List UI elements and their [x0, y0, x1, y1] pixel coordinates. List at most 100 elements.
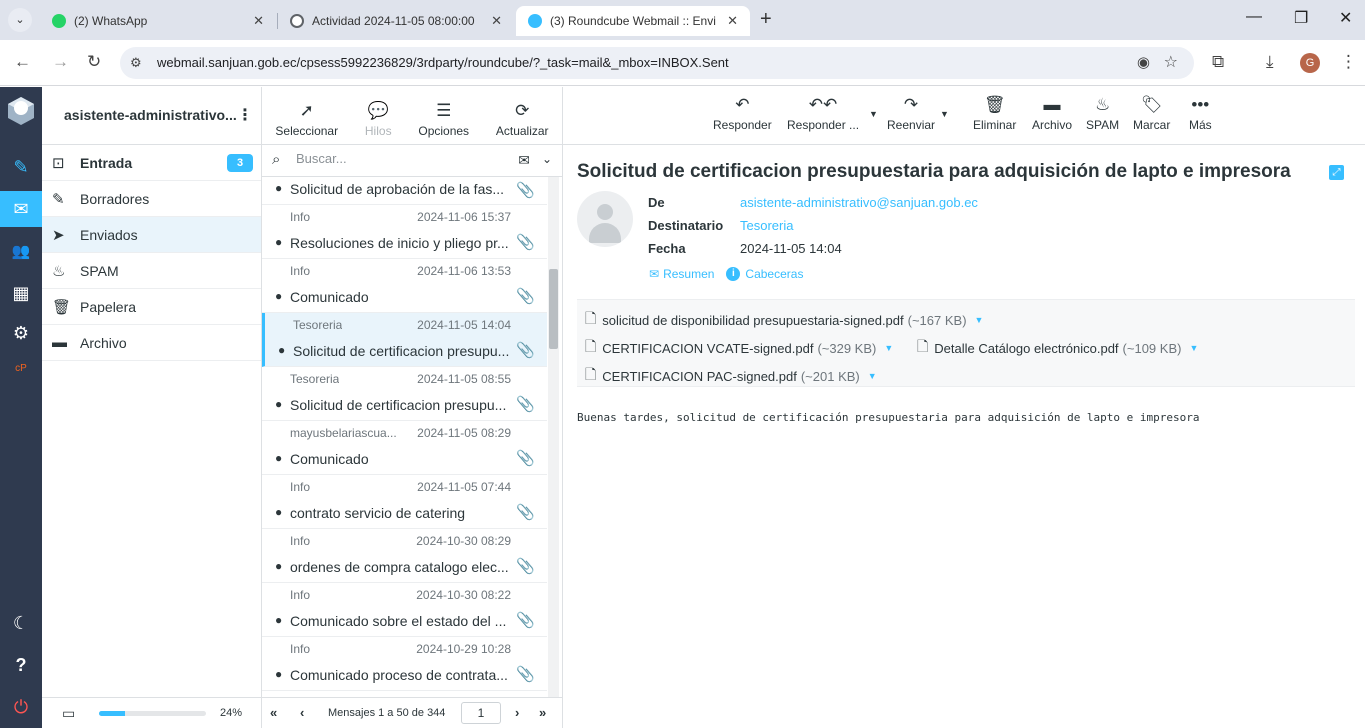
search-input[interactable] — [296, 151, 496, 166]
minimize-icon[interactable]: — — [1246, 8, 1262, 26]
previous-page-icon[interactable]: ‹ — [300, 705, 304, 720]
attachment-menu-caret[interactable]: ▼ — [868, 371, 877, 381]
attachment-menu-caret[interactable]: ▼ — [1189, 343, 1198, 353]
to-address-link[interactable]: Tesoreria — [740, 218, 793, 233]
message-date: 2024-11-06 15:37 — [417, 210, 511, 224]
site-settings-icon[interactable]: ⚙ — [130, 55, 142, 71]
message-row[interactable]: Info 2024-11-06 15:37 ● Resoluciones de ini… — [262, 205, 547, 259]
new-tab-icon[interactable]: + — [760, 8, 772, 31]
message-sender: Info — [290, 480, 311, 494]
eye-icon[interactable]: ◉ — [1137, 53, 1150, 71]
calendar-icon[interactable]: ▦ — [0, 275, 42, 311]
folder-borradores[interactable]: ✎ Borradores — [42, 181, 261, 217]
threads-button[interactable]: 💬 Hilos — [365, 101, 392, 138]
attachment-item[interactable]: 🗋 Detalle Catálogo electrónico.pdf (~109… — [917, 336, 1198, 360]
close-tab-icon[interactable]: ✕ — [727, 13, 738, 29]
reload-icon[interactable]: ↻ — [87, 52, 101, 72]
forward-dropdown-caret[interactable]: ▼ — [940, 109, 949, 119]
from-address-link[interactable]: asistente-administrativo@sanjuan.gob.ec — [740, 195, 978, 210]
folder-archivo[interactable]: ▬ Archivo — [42, 325, 261, 361]
folder-papelera[interactable]: 🗑 Papelera — [42, 289, 261, 325]
send-icon: ➤ — [52, 226, 65, 244]
envelope-filter-icon[interactable]: ✉ — [518, 152, 530, 169]
refresh-button[interactable]: ⟳ Actualizar — [496, 101, 549, 138]
close-tab-icon[interactable]: ✕ — [491, 13, 502, 29]
message-sender: Info — [290, 264, 311, 278]
page-number-input[interactable]: 1 — [461, 702, 501, 724]
archive-button[interactable]: ▬ Archivo — [1032, 95, 1072, 132]
profile-avatar[interactable]: G — [1300, 53, 1320, 73]
mail-subject: Solicitud de certificacion presupuestari… — [577, 161, 1291, 182]
cpanel-icon[interactable]: cP — [0, 350, 42, 386]
reply-button[interactable]: ↶ Responder — [713, 95, 772, 132]
first-page-icon[interactable]: « — [270, 705, 277, 720]
folder-options-kebab-icon[interactable]: ⋮ — [237, 105, 253, 125]
help-icon[interactable]: ? — [0, 647, 42, 683]
folder-enviados[interactable]: ➤ Enviados — [42, 217, 261, 253]
browser-tab-roundcube[interactable]: (3) Roundcube Webmail :: Envi ✕ — [516, 6, 750, 36]
message-subject: Comunicado — [290, 451, 369, 467]
back-icon[interactable]: ← — [14, 52, 31, 72]
browser-tab-whatsapp[interactable]: (2) WhatsApp ✕ — [40, 6, 276, 36]
delete-button[interactable]: 🗑 Eliminar — [973, 95, 1016, 132]
message-date: 2024-11-05 08:29 — [417, 426, 511, 440]
attachment-menu-caret[interactable]: ▼ — [884, 343, 893, 353]
folder-entrada[interactable]: ⊡ Entrada 3 — [42, 145, 261, 181]
forward-button[interactable]: ↷ Reenviar — [887, 95, 935, 132]
spam-button[interactable]: ♨ SPAM — [1086, 95, 1119, 132]
envelope-icon: ✉ — [649, 267, 660, 281]
pager: « ‹ Mensajes 1 a 50 de 344 1 › » — [262, 697, 562, 728]
summary-link[interactable]: ✉ Resumen — [649, 267, 714, 281]
reply-all-dropdown-caret[interactable]: ▼ — [869, 109, 878, 119]
message-row[interactable]: Info 2024-10-30 08:29 ● ordenes de compra c… — [262, 529, 547, 583]
message-row[interactable]: Info 2024-10-29 10:28 ● Comunicado proceso … — [262, 637, 547, 691]
url-omnibox[interactable]: ⚙ webmail.sanjuan.gob.ec/cpsess599223682… — [120, 47, 1194, 79]
restore-icon[interactable]: ❐ — [1294, 8, 1308, 28]
logout-icon[interactable]: ⏻ — [0, 689, 42, 725]
folder-spam[interactable]: ♨ SPAM — [42, 253, 261, 289]
browser-menu-icon[interactable]: ⋮ — [1340, 52, 1357, 72]
browser-tab-actividad[interactable]: Actividad 2024-11-05 08:00:00 ✕ — [278, 6, 514, 36]
last-page-icon[interactable]: » — [539, 705, 546, 720]
mark-button[interactable]: 🏷 Marcar — [1133, 95, 1170, 132]
dark-mode-moon-icon[interactable]: ☾ — [0, 605, 42, 641]
tab-search-chevron-icon[interactable]: ⌄ — [8, 8, 32, 32]
quota-indicator: ▭ 24% — [42, 697, 261, 728]
scrollbar-thumb[interactable] — [549, 269, 558, 349]
contacts-icon[interactable]: 👥 — [0, 233, 42, 269]
reply-all-button[interactable]: ↶↶ Responder ... — [787, 95, 859, 132]
options-button[interactable]: ☰ Opciones — [418, 101, 469, 138]
headers-link[interactable]: i Cabeceras — [726, 267, 803, 281]
close-tab-icon[interactable]: ✕ — [253, 13, 264, 29]
extensions-icon[interactable]: ⧉ — [1212, 52, 1224, 72]
avatar-body-shape — [589, 223, 621, 243]
attachment-item[interactable]: 🗋 solicitud de disponibilidad presupuest… — [585, 308, 983, 332]
message-list-scrollbar[interactable] — [548, 177, 559, 697]
mail-body: Buenas tardes, solicitud de certificació… — [577, 411, 1200, 424]
attachment-item[interactable]: 🗋 CERTIFICACION VCATE-signed.pdf (~329 K… — [585, 336, 893, 360]
download-icon[interactable]: ⤓ — [1266, 52, 1274, 72]
threads-icon: 💬 — [367, 101, 389, 120]
bullet-icon: ● — [278, 343, 286, 357]
mail-icon[interactable]: ✉ — [0, 191, 42, 227]
open-in-new-window-icon[interactable]: ⤢ — [1329, 165, 1344, 180]
message-row[interactable]: mayusbelariascua... 2024-11-05 08:29 ● Comu… — [262, 421, 547, 475]
message-row[interactable]: Info 2024-11-05 07:44 ● contrato servicio d… — [262, 475, 547, 529]
more-button[interactable]: ••• Más — [1189, 95, 1212, 132]
next-page-icon[interactable]: › — [515, 705, 519, 720]
message-row[interactable]: ● Solicitud de aprobación de la fas... 📎 — [262, 177, 547, 205]
forward-icon: ↷ — [903, 95, 919, 114]
bookmark-star-icon[interactable]: ☆ — [1164, 52, 1178, 72]
chevron-down-icon[interactable]: ⌄ — [542, 152, 552, 166]
compose-icon[interactable]: ✎ — [0, 149, 42, 185]
message-row[interactable]: Tesoreria 2024-11-05 08:55 ● Solicitud de c… — [262, 367, 547, 421]
message-row[interactable]: Info 2024-11-06 13:53 ● Comunicado 📎 — [262, 259, 547, 313]
message-row[interactable]: Info 2024-10-30 08:22 ● Comunicado sobre el… — [262, 583, 547, 637]
forward-icon[interactable]: → — [52, 52, 69, 72]
close-window-icon[interactable]: ✕ — [1339, 8, 1352, 28]
settings-icon[interactable]: ⚙ — [0, 315, 42, 351]
message-row[interactable]: Tesoreria 2024-11-05 14:04 ● Solicitud de c… — [262, 313, 547, 367]
select-button[interactable]: ➚ Seleccionar — [275, 101, 338, 138]
attachment-menu-caret[interactable]: ▼ — [975, 315, 984, 325]
attachment-item[interactable]: 🗋 CERTIFICACION PAC-signed.pdf (~201 KB)… — [585, 364, 877, 388]
